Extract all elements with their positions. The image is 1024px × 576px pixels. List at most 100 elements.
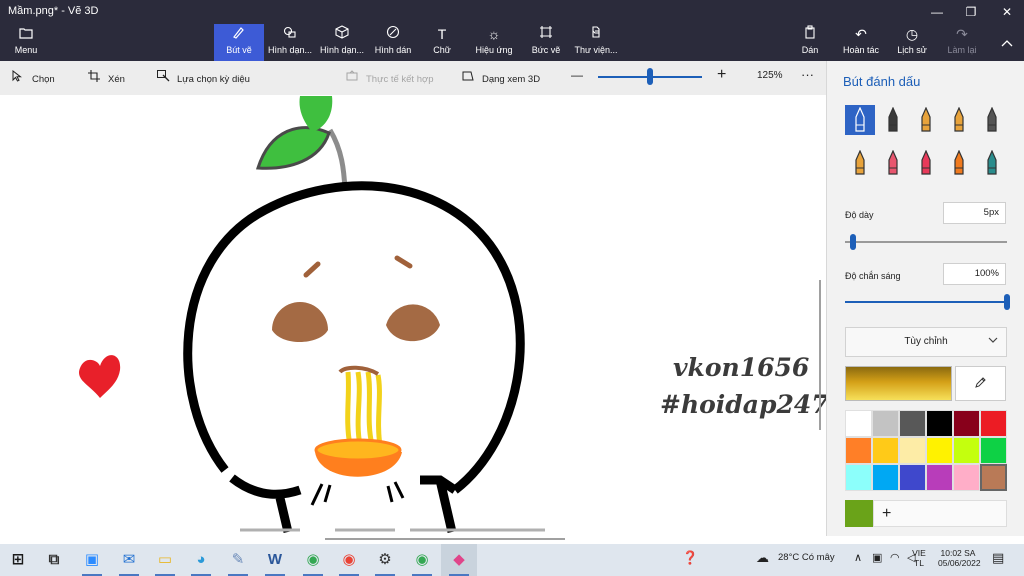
wifi-icon[interactable]: ◠ [890,551,900,564]
tab-effects[interactable]: ☼ Hiệu ứng [470,24,518,61]
zoom-in-button[interactable]: + [717,66,726,84]
file-explorer-taskbar-button[interactable]: ▭ [147,544,183,576]
tab-effects-label: Hiệu ứng [475,45,513,55]
2d-shapes-icon [264,24,316,44]
redo-button[interactable]: ↷ Làm lại [942,24,982,61]
color-swatch[interactable] [926,410,953,437]
tab-canvas[interactable]: Bức vẽ [526,24,566,61]
clock[interactable]: 10:02 SA 05/06/2022 [938,548,981,568]
chrome-profile-taskbar-button[interactable]: ◉ [404,544,440,576]
thickness-slider[interactable] [845,241,1007,243]
notification-icon[interactable]: ▤ [992,550,1004,566]
color-swatch[interactable] [899,464,926,491]
weather-text[interactable]: 28°C Có mây [778,552,835,563]
zoom-app-taskbar-button[interactable]: ▣ [74,544,110,576]
color-swatch[interactable] [899,437,926,464]
tab-3d-shapes[interactable]: Hình dạn... [316,24,368,61]
opacity-slider-thumb[interactable] [1004,294,1010,310]
color-swatch[interactable] [845,437,872,464]
paint-taskbar-button[interactable]: ✎ [220,544,256,576]
3d-shapes-icon [316,24,368,44]
paint-3d-taskbar-button[interactable]: ◆ [441,544,477,576]
opacity-slider[interactable] [845,301,1007,303]
opacity-input[interactable]: 100% [943,263,1006,285]
watercolor-brush-button[interactable] [944,105,974,135]
color-swatch[interactable] [980,437,1007,464]
color-swatch[interactable] [980,410,1007,437]
color-swatch[interactable] [872,437,899,464]
tab-brushes[interactable]: Bút vẽ [214,24,264,61]
eyedropper-button[interactable] [955,366,1006,401]
chevron-up-icon[interactable]: ∧ [854,551,862,564]
marker-brush-button[interactable] [845,105,875,135]
select-button[interactable]: Chọn [12,69,55,85]
brush-mode-dropdown[interactable]: Tùy chỉnh [845,327,1007,357]
tray-app-icon[interactable]: ▣ [872,551,882,564]
3d-view-button[interactable]: Dạng xem 3D [462,70,540,85]
horizontal-scrollbar[interactable] [325,538,565,540]
color-swatch[interactable] [953,410,980,437]
settings-taskbar-button[interactable]: ⚙ [367,544,403,576]
history-button[interactable]: ◷ Lịch sử [892,24,932,61]
marker-icon [855,106,865,132]
custom-color-swatch[interactable] [845,500,873,527]
color-swatch[interactable] [845,410,872,437]
zoom-out-button[interactable]: — [571,68,583,82]
chrome-icon: ◉ [342,551,356,568]
color-swatch[interactable] [953,464,980,491]
mail-taskbar-button[interactable]: ✉ [111,544,147,576]
add-color-button[interactable]: + [873,500,1007,527]
zoom-app-icon: ▣ [84,551,100,568]
help-icon[interactable]: ❓ [682,550,698,566]
spray-can-brush-button[interactable] [944,148,974,178]
pencil-icon [855,149,865,175]
eraser-brush-button[interactable] [878,148,908,178]
opacity-label: Độ chắn sáng [845,271,901,281]
color-swatch[interactable] [980,464,1007,491]
menu-button[interactable]: Menu [6,24,46,61]
tab-text[interactable]: T Chữ [422,24,462,61]
color-swatch[interactable] [872,464,899,491]
fill-brush-button[interactable] [977,148,1007,178]
color-swatch[interactable] [872,410,899,437]
collapse-ribbon-button[interactable] [994,24,1020,61]
pixel-pen-brush-button[interactable] [977,105,1007,135]
color-swatch[interactable] [845,464,872,491]
thickness-input[interactable]: 5px [943,202,1006,224]
crop-button[interactable]: Xén [88,70,125,85]
chrome-taskbar-button[interactable]: ◉ [331,544,367,576]
undo-button[interactable]: ↶ Hoàn tác [838,24,884,61]
tab-stickers[interactable]: Hình dán [368,24,418,61]
zoom-slider-thumb[interactable] [647,68,653,85]
tab-3d-library[interactable]: Thư viện... [572,24,620,61]
language-indicator[interactable]: VIE TL [912,548,926,568]
minimize-button[interactable]: — [920,0,954,24]
close-button[interactable]: ✕ [990,0,1024,24]
mixed-reality-button[interactable]: Thực tế kết hợp [346,70,434,85]
calligraphy-pen-brush-button[interactable] [878,105,908,135]
windows-start-taskbar-button[interactable]: ⊞ [0,544,36,576]
task-view-taskbar-button[interactable]: ⧉ [36,544,72,576]
pencil-brush-button[interactable] [845,148,875,178]
drawing-canvas[interactable]: vkon1656 #hoidap247 [0,95,826,536]
color-swatch[interactable] [899,410,926,437]
more-options-button[interactable]: ··· [801,67,814,82]
vertical-scrollbar[interactable] [819,280,821,430]
canvas-icon [526,24,566,44]
word-taskbar-button[interactable]: W [257,544,293,576]
maximize-button[interactable]: ❐ [954,0,988,24]
edge-taskbar-button[interactable]: ◕ [183,544,219,576]
color-swatch[interactable] [953,437,980,464]
tab-2d-shapes[interactable]: Hình dạn... [264,24,316,61]
mixed-reality-icon [346,70,360,85]
effects-icon: ☼ [487,26,501,42]
current-color-preview[interactable] [845,366,952,401]
crayon-brush-button[interactable] [911,148,941,178]
color-swatch[interactable] [926,437,953,464]
chrome-alt-taskbar-button[interactable]: ◉ [295,544,331,576]
color-swatch[interactable] [926,464,953,491]
thickness-slider-thumb[interactable] [850,234,857,250]
paste-button[interactable]: Dán [796,24,824,61]
oil-brush-brush-button[interactable] [911,105,941,135]
magic-select-button[interactable]: Lựa chọn kỳ diệu [157,70,250,85]
